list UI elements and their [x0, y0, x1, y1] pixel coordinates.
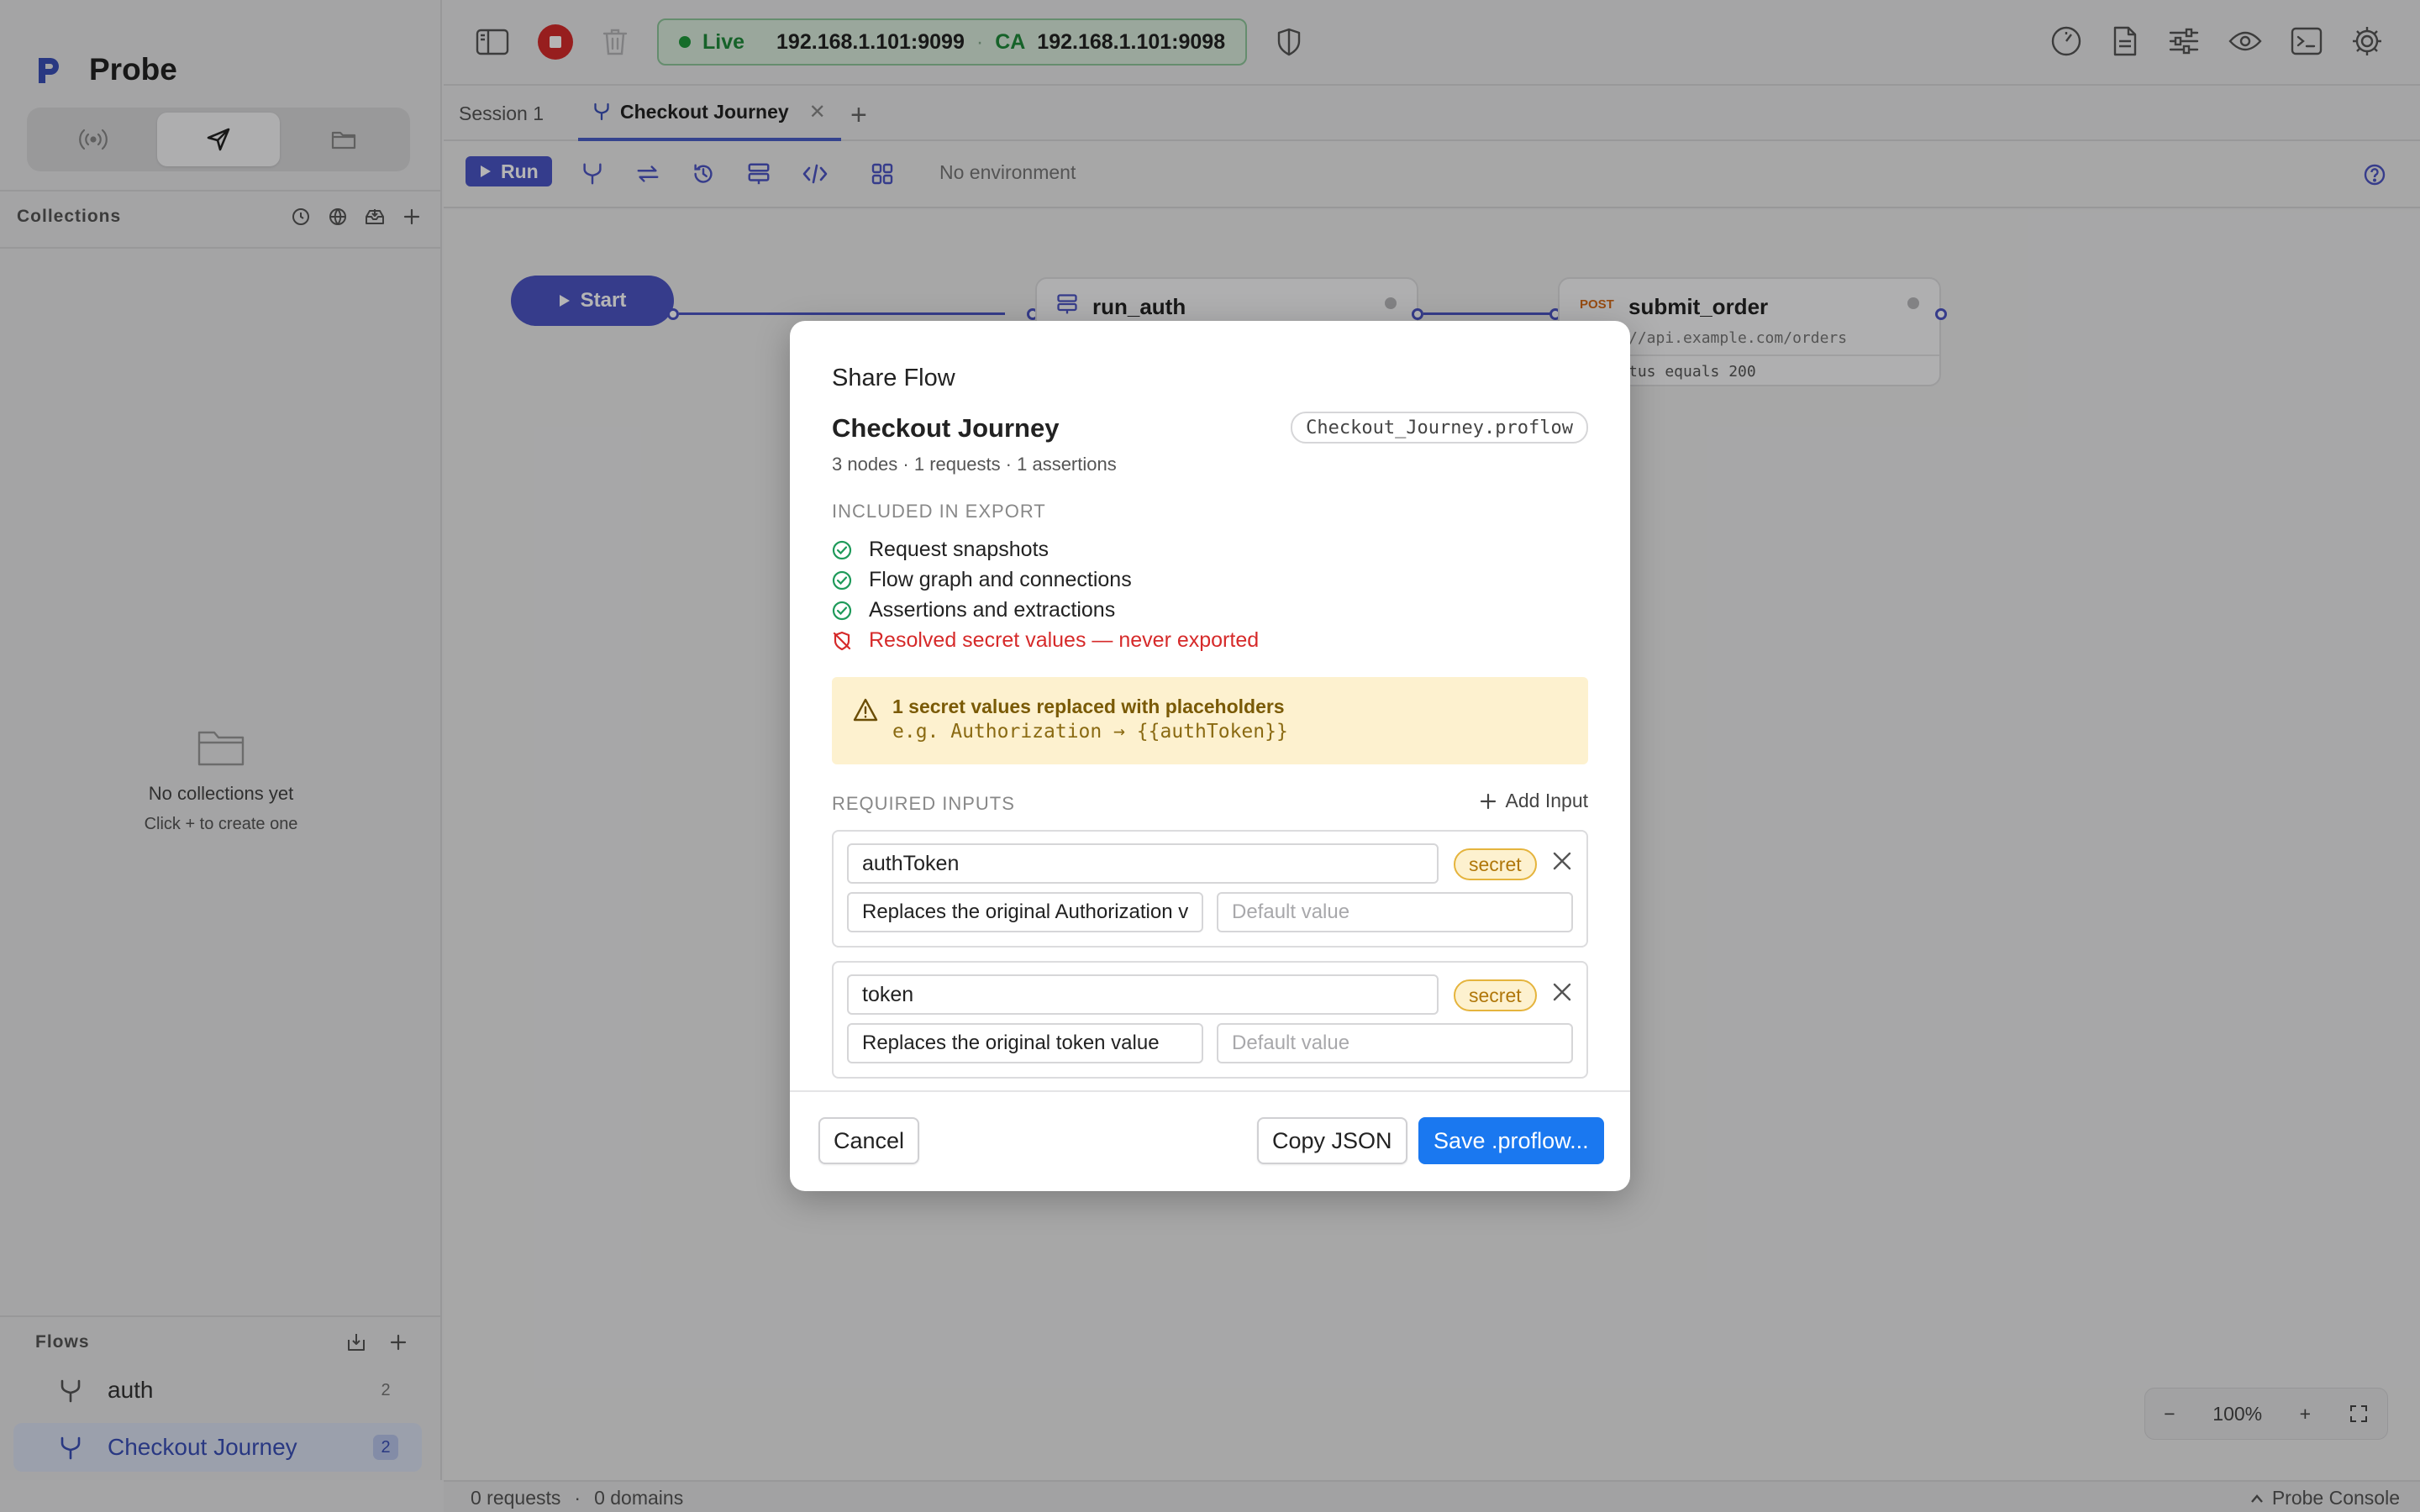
secret-badge[interactable]: secret — [1454, 848, 1537, 880]
dialog-footer-divider — [790, 1090, 1630, 1092]
add-input-button[interactable]: Add Input — [1479, 790, 1588, 812]
input-default-field[interactable] — [1217, 892, 1573, 932]
flow-summary: 3 nodes · 1 requests · 1 assertions — [832, 454, 1117, 475]
dialog-title: Share Flow — [832, 365, 955, 391]
shield-off-icon — [833, 631, 851, 650]
copy-json-button[interactable]: Copy JSON — [1257, 1117, 1407, 1164]
input-description-field[interactable] — [847, 892, 1203, 932]
input-description-field[interactable] — [847, 1023, 1203, 1063]
required-input-card: secret — [832, 961, 1588, 1079]
share-flow-dialog: Share Flow Checkout Journey Checkout_Jou… — [790, 321, 1630, 1191]
save-proflow-button[interactable]: Save .proflow... — [1418, 1117, 1604, 1164]
warning-example: e.g. Authorization → {{authToken}} — [892, 721, 1288, 743]
check-circle-icon — [832, 570, 852, 590]
warning-triangle-icon — [853, 698, 878, 722]
plus-icon — [1480, 793, 1496, 809]
included-item: Request snapshots — [832, 538, 1049, 562]
required-input-card: secret — [832, 830, 1588, 948]
check-circle-icon — [832, 601, 852, 620]
input-name-field[interactable] — [847, 843, 1439, 884]
flow-name: Checkout Journey — [832, 413, 1060, 443]
cancel-button[interactable]: Cancel — [818, 1117, 920, 1164]
input-name-field[interactable] — [847, 974, 1439, 1015]
remove-input-icon[interactable] — [1551, 981, 1573, 1003]
excluded-item: Resolved secret values — never exported — [832, 628, 1259, 653]
secret-badge[interactable]: secret — [1454, 979, 1537, 1011]
included-item: Assertions and extractions — [832, 598, 1115, 622]
included-item: Flow graph and connections — [832, 568, 1132, 592]
remove-input-icon[interactable] — [1551, 850, 1573, 872]
warning-title: 1 secret values replaced with placeholde… — [892, 696, 1285, 717]
export-filename: Checkout_Journey.proflow — [1291, 412, 1588, 444]
secrets-warning: 1 secret values replaced with placeholde… — [832, 677, 1588, 764]
included-section-title: INCLUDED IN EXPORT — [832, 501, 1046, 522]
check-circle-icon — [832, 540, 852, 559]
input-default-field[interactable] — [1217, 1023, 1573, 1063]
required-inputs-title: REQUIRED INPUTS — [832, 793, 1015, 814]
